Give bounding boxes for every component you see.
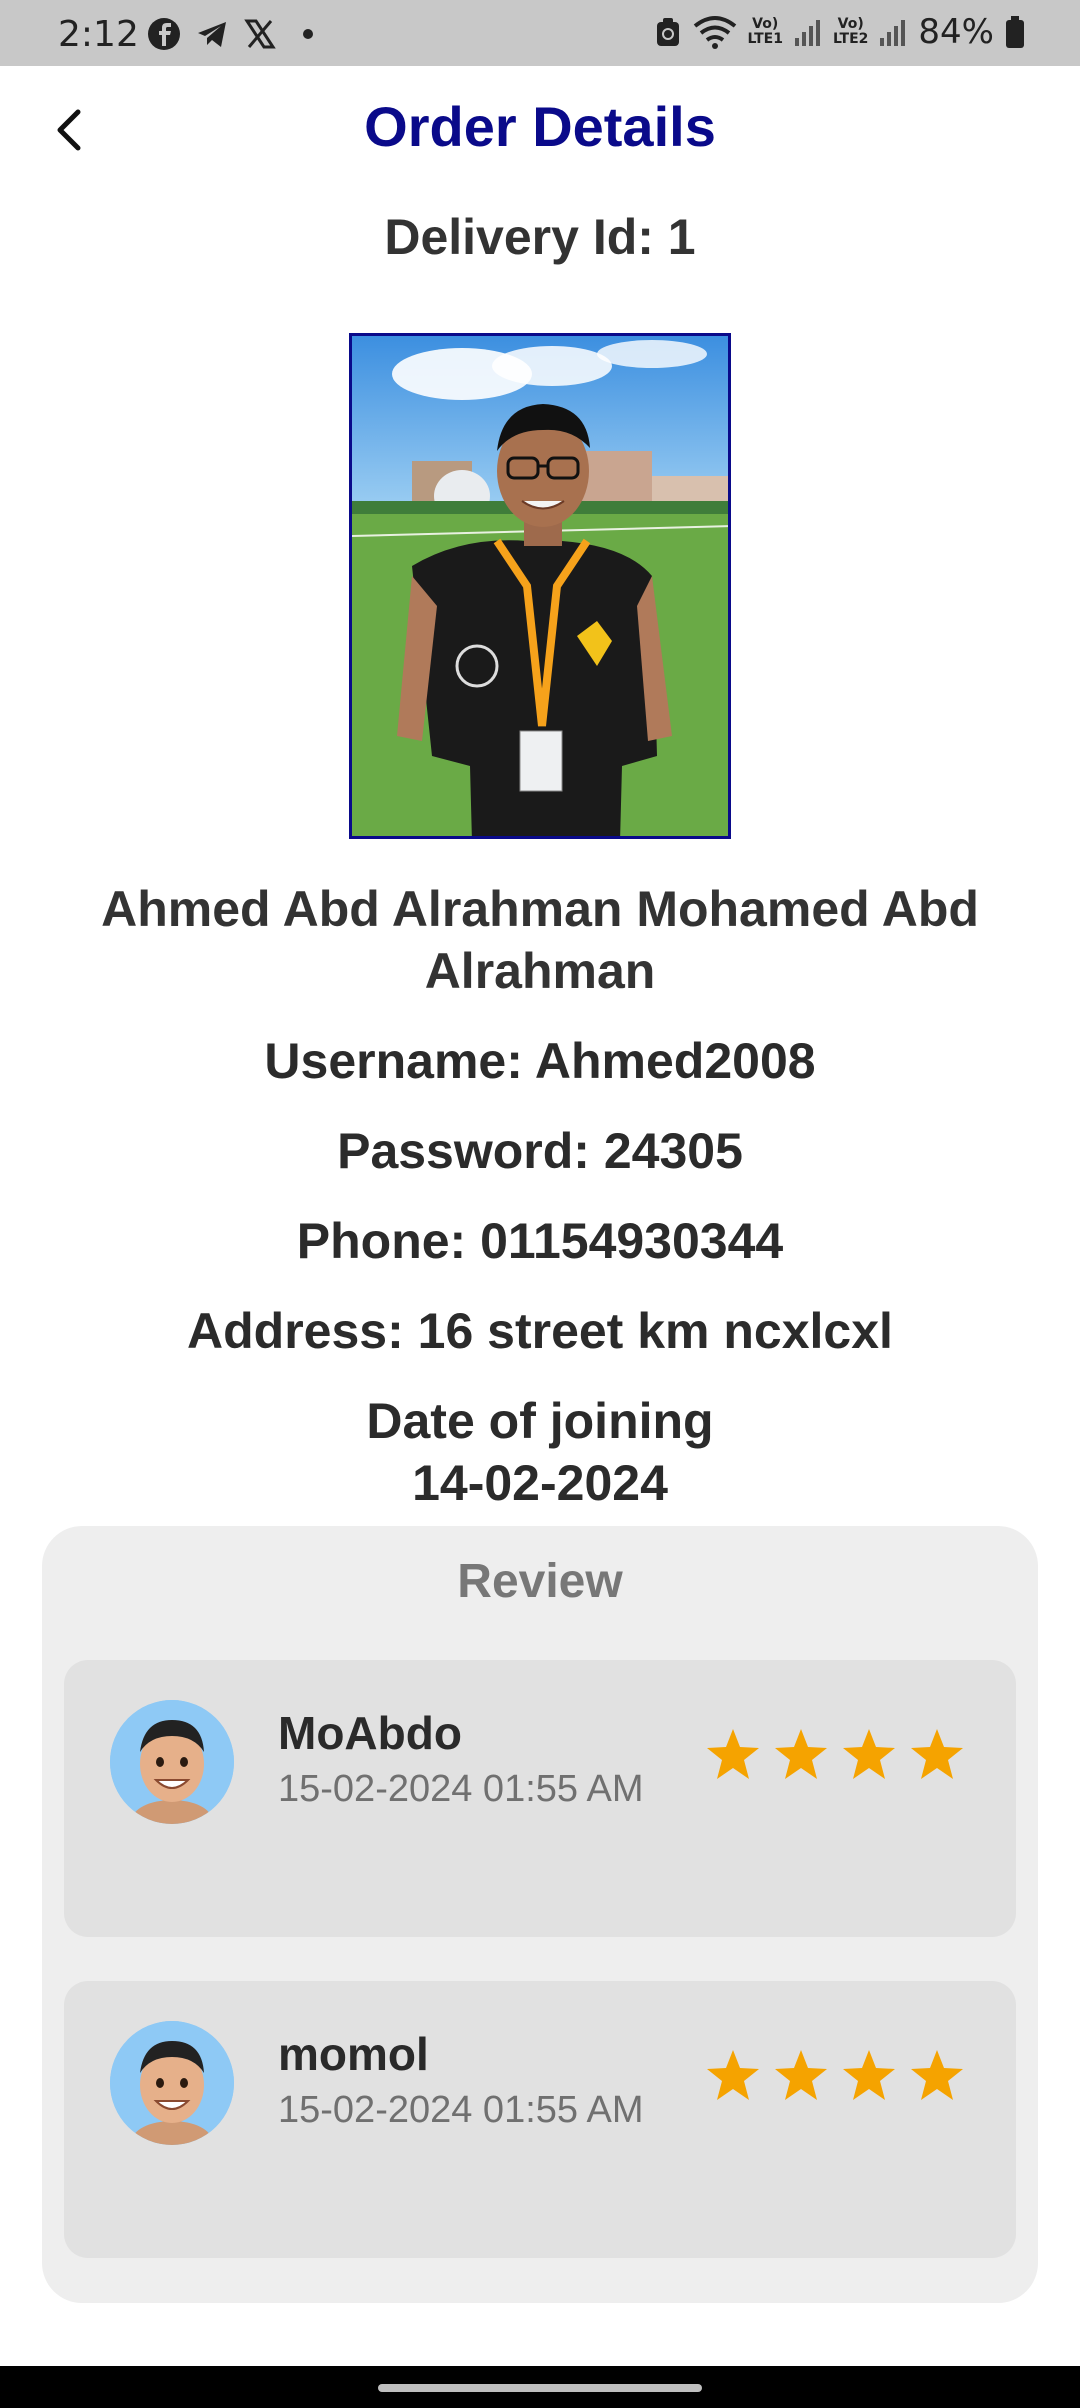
delivery-name: Ahmed Abd Alrahman Mohamed Abd Alrahman [101, 881, 979, 999]
status-right: Vo) LTE1 Vo) LTE2 84% [653, 12, 1026, 52]
app-header: Order Details [0, 66, 1080, 196]
star-rating [704, 2047, 966, 2105]
review-title: Review [457, 1555, 623, 1608]
phone-text: Phone: 01154930344 [296, 1213, 784, 1269]
star-icon [775, 2050, 827, 2100]
person-photo [352, 336, 728, 836]
delivery-id: Delivery Id: 1 [384, 209, 696, 265]
star-icon [843, 2050, 895, 2100]
star-icon [911, 1729, 963, 1779]
review-date: 15-02-2024 01:55 AM [278, 1768, 644, 1810]
x-icon [244, 19, 276, 49]
review-card: Review MoAbdo 15-02-2024 01:55 AM momol … [42, 1526, 1038, 2303]
signal-icon [794, 20, 820, 46]
password-text: Password: 24305 [337, 1123, 743, 1179]
wifi-icon [694, 16, 737, 49]
system-nav-bar [0, 2366, 1080, 2408]
notification-icons [146, 16, 326, 52]
page-title: Order Details [364, 95, 716, 158]
lte1-label: Vo) LTE1 [747, 16, 783, 47]
star-icon [775, 1729, 827, 1779]
home-gesture-handle[interactable] [378, 2384, 702, 2392]
battery-percent: 84% [918, 12, 994, 52]
status-time: 2:12 [58, 14, 139, 55]
date-label: Date of joining [366, 1393, 714, 1449]
reviewer-name: momol [278, 2028, 429, 2080]
memoji-avatar [110, 1700, 234, 1824]
profile-photo [349, 333, 731, 839]
signal-icon [880, 20, 906, 46]
username-text: Username: Ahmed2008 [264, 1033, 816, 1089]
telegram-icon [198, 22, 226, 47]
status-bar: 2:12 Vo) LTE1 Vo) LTE2 84% [0, 0, 1080, 66]
review-item: MoAbdo 15-02-2024 01:55 AM [64, 1660, 1016, 1937]
dot-icon [303, 29, 313, 39]
memoji-avatar [110, 2021, 234, 2145]
star-icon [911, 2050, 963, 2100]
avatar [110, 2021, 234, 2145]
lte2-label: Vo) LTE2 [832, 16, 869, 47]
address-text: Address: 16 street km ncxlcxl [187, 1303, 893, 1359]
date-value: 14-02-2024 [412, 1455, 668, 1511]
review-item: momol 15-02-2024 01:55 AM [64, 1981, 1016, 2258]
battery-icon [1006, 16, 1024, 48]
star-icon [707, 1729, 759, 1779]
facebook-icon [148, 18, 180, 50]
star-icon [843, 1729, 895, 1779]
avatar [110, 1700, 234, 1824]
recycle-icon [657, 18, 680, 46]
review-date: 15-02-2024 01:55 AM [278, 2089, 644, 2131]
reviewer-name: MoAbdo [278, 1707, 462, 1759]
star-icon [707, 2050, 759, 2100]
star-rating [704, 1726, 966, 1784]
